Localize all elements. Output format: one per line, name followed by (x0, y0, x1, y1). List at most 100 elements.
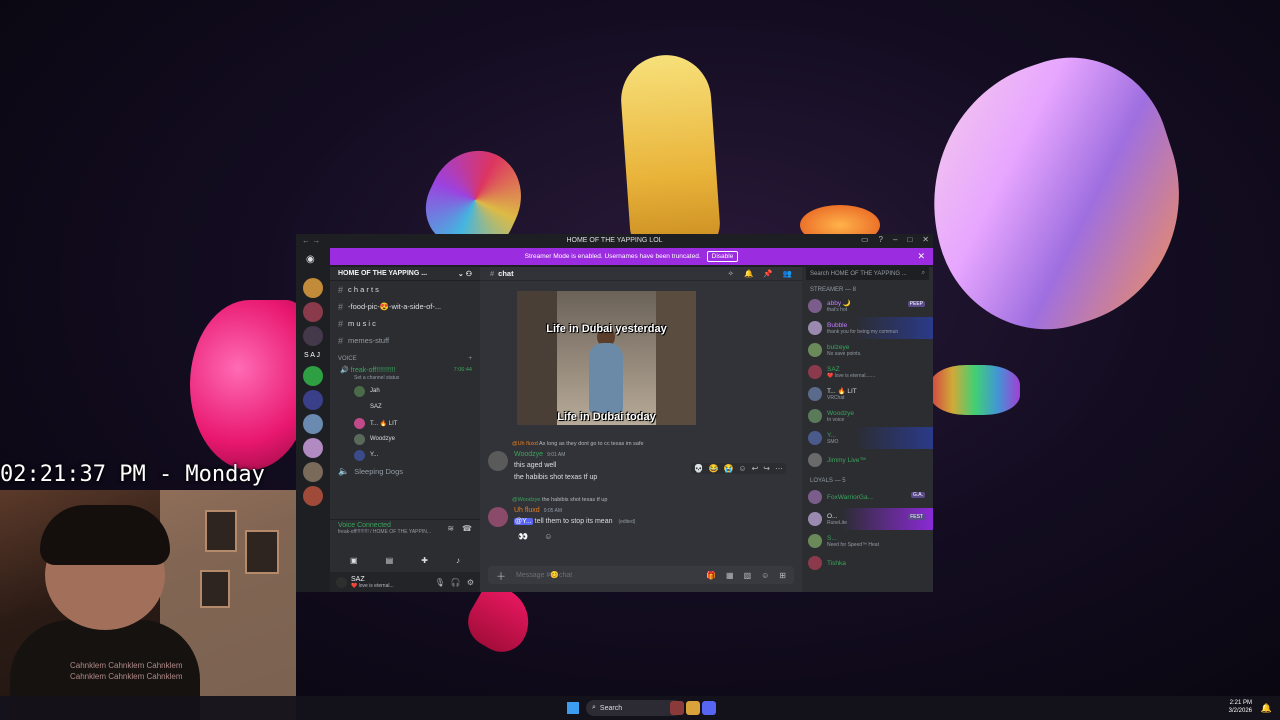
members-icon[interactable]: 👥 (783, 269, 792, 278)
pin-icon[interactable]: 📌 (763, 269, 772, 278)
member-item[interactable]: Y... SMO (802, 427, 933, 449)
message-input[interactable]: Message #😊chat (516, 571, 572, 579)
reaction-icon[interactable]: 👀 (518, 532, 528, 541)
apps-icon[interactable]: ⊞ (779, 571, 786, 580)
add-reaction-icon[interactable]: ☺ (738, 464, 746, 473)
voice-section-header[interactable]: VOICE + (330, 353, 480, 364)
soundboard-icon[interactable]: ♪ (456, 556, 460, 570)
server-icon[interactable] (303, 326, 323, 346)
channel-music[interactable]: # m u s i c (330, 315, 480, 332)
add-reaction-icon[interactable]: ☺ (544, 532, 552, 541)
avatar[interactable] (336, 576, 347, 588)
gif-icon[interactable]: ▦ (726, 571, 734, 580)
member-item[interactable]: Woodzye In voice (802, 405, 933, 427)
gif-caption-top: Life in Dubai yesterday (546, 323, 667, 335)
minimize-icon[interactable]: – (893, 235, 897, 244)
avatar (808, 321, 822, 335)
gear-icon[interactable]: ⚙ (467, 578, 474, 587)
taskbar-search[interactable]: ⌕ Search (586, 700, 682, 716)
upload-plus-icon[interactable]: ＋ (496, 568, 506, 583)
taskbar-clock[interactable]: 2:21 PM 3/2/2026 (1229, 699, 1252, 715)
reply-icon[interactable]: ↩ (752, 464, 759, 473)
voice-channel-freak-off[interactable]: 🔊 freak-off!!!!!!!!!! 7:06:44 (330, 364, 480, 375)
member-item[interactable]: Jimmy Live™ (802, 449, 933, 471)
voice-user[interactable]: Y... (330, 447, 480, 463)
noise-suppression-icon[interactable]: ≋ (447, 524, 454, 533)
voice-user[interactable]: SAZ (330, 399, 480, 415)
avatar[interactable] (488, 451, 508, 471)
overlay-clock: 02:21:37 PM - Monday (0, 462, 265, 487)
server-folder-label[interactable]: S A J (304, 352, 320, 359)
gift-icon[interactable]: 🎁 (706, 571, 716, 580)
server-icon[interactable] (303, 486, 323, 506)
message-composer[interactable]: ＋ Message #😊chat 🎁 ▦ ▧ ☺ ⊞ (488, 566, 794, 584)
notification-icon[interactable]: 🔔 (1261, 703, 1272, 714)
forward-icon[interactable]: ↪ (763, 464, 770, 473)
member-item[interactable]: FEST O... RuneLite (802, 508, 933, 530)
activities-icon[interactable]: ✚ (421, 556, 428, 570)
member-item[interactable]: bulzeye No save points. (802, 339, 933, 361)
more-icon[interactable]: ⋯ (775, 464, 783, 473)
discord-taskbar-icon[interactable] (702, 701, 716, 715)
disconnect-icon[interactable]: ☎ (462, 524, 472, 533)
member-name: bulzeye (827, 343, 850, 351)
member-item[interactable]: T... 🔥 LIT VRChat (802, 383, 933, 405)
channel-food-pic[interactable]: # -food-pic-😍-wit-a-side-of-... (330, 298, 480, 315)
member-item[interactable]: G.A. FoxWarriorGa... (802, 486, 933, 508)
close-icon[interactable]: ✕ (922, 235, 929, 244)
emoji-icon[interactable]: ☺ (761, 571, 769, 580)
channel-memes-stuff[interactable]: # memes-stuff (330, 332, 480, 349)
user-name[interactable]: SAZ (351, 576, 394, 583)
bell-icon[interactable]: 🔔 (744, 269, 753, 278)
channel-charts[interactable]: # c h a r t s (330, 281, 480, 298)
camera-icon[interactable]: ▣ (350, 556, 358, 570)
set-channel-status[interactable]: Set a channel status (330, 375, 480, 383)
member-item[interactable]: S... Need for Speed™ Heat (802, 530, 933, 552)
message-author[interactable]: Woodzye 9:01 AM (514, 451, 565, 458)
disable-button[interactable]: Disable (706, 251, 739, 262)
message-author[interactable]: Uh fluxd 9:05 AM (514, 507, 562, 514)
reaction-icon[interactable]: 😭 (723, 464, 733, 473)
gif-embed[interactable]: Life in Dubai yesterday Life in Dubai to… (517, 291, 696, 425)
reaction-icon[interactable]: 😂 (708, 464, 718, 473)
threads-icon[interactable]: ✧ (728, 269, 734, 278)
screen-share-icon[interactable]: ▤ (386, 556, 394, 570)
voice-user[interactable]: Jah (330, 383, 480, 399)
avatar (808, 387, 822, 401)
voice-user[interactable]: Woodzye (330, 431, 480, 447)
guild-header[interactable]: HOME OF THE YAPPING ... ⌄ ⚇ (330, 267, 480, 281)
server-icon[interactable] (303, 302, 323, 322)
search-input[interactable]: Search HOME OF THE YAPPING ... ⌕ (806, 267, 929, 280)
sticker-icon[interactable]: ▧ (744, 571, 752, 580)
maximize-icon[interactable]: □ (907, 235, 912, 244)
voice-user[interactable]: T... 🔥 LIT (330, 415, 480, 431)
speaker-icon: 🔊 (340, 366, 351, 374)
server-icon[interactable] (303, 278, 323, 298)
member-item[interactable]: Bubble thank you for being my commun (802, 317, 933, 339)
avatar[interactable] (488, 507, 508, 527)
headphones-icon[interactable]: 🎧 (451, 578, 461, 587)
discord-logo-icon[interactable]: ◉ (306, 254, 315, 265)
voice-channel-sleeping-dogs[interactable]: 🔈 Sleeping Dogs (330, 463, 480, 480)
microphone-icon[interactable]: 🎙 (435, 578, 445, 587)
reply-preview[interactable]: @Woodzye the habibis shot texas tf up (512, 497, 607, 503)
member-item[interactable]: SAZ ❤️ love is eternal....... (802, 361, 933, 383)
close-banner-icon[interactable]: ✕ (917, 251, 925, 262)
reply-preview[interactable]: @Uh fluxd As long as they dont go to cc … (512, 441, 644, 447)
server-icon[interactable] (303, 366, 323, 386)
server-icon[interactable] (303, 414, 323, 434)
member-item[interactable]: Tishka (802, 552, 933, 574)
server-icon[interactable] (303, 462, 323, 482)
taskbar-app-icon[interactable] (686, 701, 700, 715)
server-icon[interactable] (303, 438, 323, 458)
add-member-icon[interactable]: ⌄ ⚇ (458, 270, 472, 278)
server-icon[interactable] (303, 390, 323, 410)
add-channel-icon[interactable]: + (468, 356, 472, 362)
inbox-icon[interactable]: ▭ (861, 235, 869, 244)
reaction-icon[interactable]: 💀 (694, 464, 704, 473)
user-mention[interactable]: @Y... (514, 518, 533, 525)
windows-start-icon[interactable] (567, 702, 579, 714)
help-icon[interactable]: ? (879, 235, 883, 244)
taskbar-app-icon[interactable] (670, 701, 684, 715)
member-item[interactable]: PEEP abby 🌙 that's hot (802, 295, 933, 317)
